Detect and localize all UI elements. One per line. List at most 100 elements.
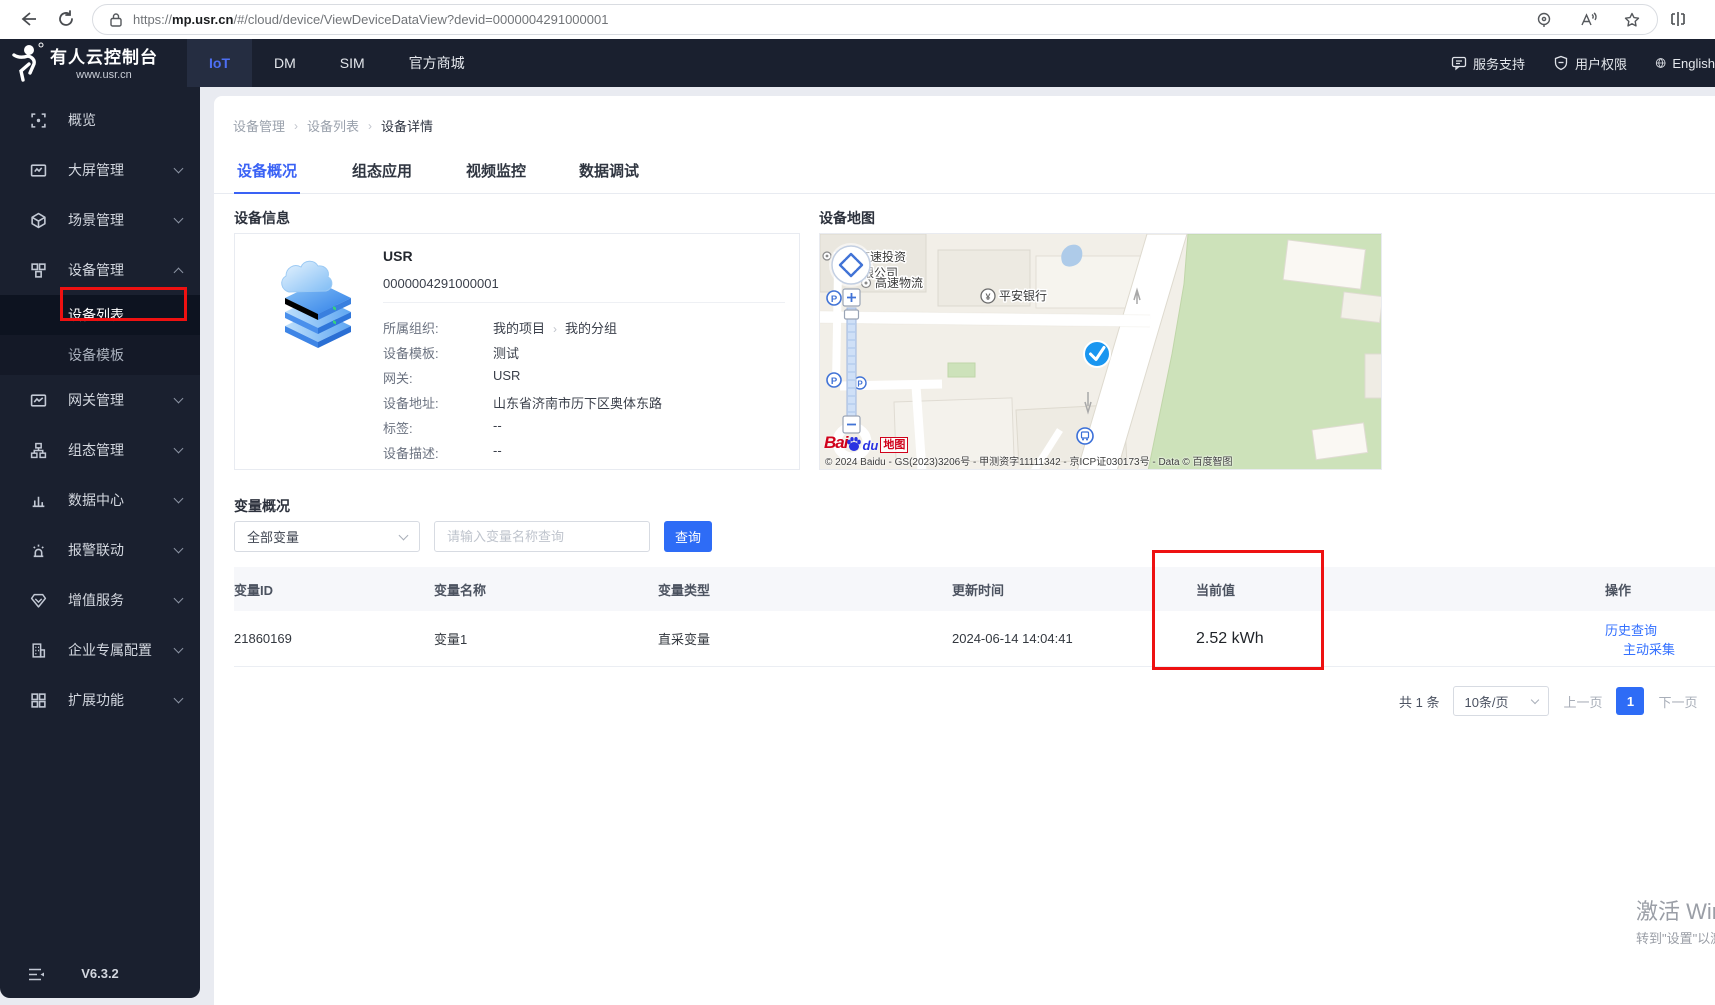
sidebar-item-device-mgmt[interactable]: 设备管理 <box>0 245 200 295</box>
device-info-card: USR 0000004291000001 所属组织: 我的项目 › 我的分组 设备模… <box>234 233 800 470</box>
sidebar-label: 扩展功能 <box>68 692 124 708</box>
breadcrumb: 设备管理 › 设备列表 › 设备详情 <box>233 116 433 135</box>
svg-text:P: P <box>831 376 838 387</box>
device-name: USR <box>383 248 413 264</box>
page-size-select[interactable]: 10条/页 <box>1453 686 1550 716</box>
chevron-down-icon <box>173 543 184 554</box>
field-address: 设备地址: 山东省济南市历下区奥体东路 <box>383 393 793 412</box>
nav-mall[interactable]: 官方商城 <box>387 39 487 87</box>
chevron-down-icon <box>173 643 184 654</box>
baidu-logo-bai: Bai <box>824 433 848 452</box>
svg-text:P: P <box>857 380 863 389</box>
sidebar-item-screen-mgmt[interactable]: 大屏管理 <box>0 145 200 195</box>
next-page-button[interactable]: 下一页 <box>1658 692 1697 711</box>
service-support-label: 服务支持 <box>1472 56 1525 72</box>
user-permission-link[interactable]: 用户权限 <box>1553 54 1627 73</box>
sidebar-item-config-mgmt[interactable]: 组态管理 <box>0 425 200 475</box>
query-button[interactable]: 查询 <box>664 521 712 552</box>
sidebar-item-alarm-linkage[interactable]: 报警联动 <box>0 525 200 575</box>
device-id: 0000004291000001 <box>383 276 499 291</box>
device-info-title: 设备信息 <box>234 210 290 226</box>
sidebar-label: 网关管理 <box>68 392 124 408</box>
org-group[interactable]: 我的分组 <box>565 321 617 336</box>
sidebar-item-value-added[interactable]: 增值服务 <box>0 575 200 625</box>
variable-type-select[interactable]: 全部变量 <box>234 521 420 552</box>
nav-iot[interactable]: IoT <box>187 39 252 87</box>
sidebar-item-gateway-mgmt[interactable]: 网关管理 <box>0 375 200 425</box>
baidu-logo-map: 地图 <box>880 437 909 453</box>
cell-update-time: 2024-06-14 14:04:41 <box>952 631 1073 646</box>
collapse-sidebar-icon[interactable] <box>28 967 45 982</box>
field-description: 设备描述: -- <box>383 443 793 462</box>
device-map-title: 设备地图 <box>819 210 875 226</box>
field-value: USR <box>493 368 521 383</box>
variable-type-value: 全部变量 <box>247 530 300 545</box>
org-project[interactable]: 我的项目 <box>493 321 545 336</box>
sidebar-item-extensions[interactable]: 扩展功能 <box>0 675 200 725</box>
field-value: 山东省济南市历下区奥体东路 <box>493 396 663 411</box>
tab-video-monitor[interactable]: 视频监控 <box>466 160 526 181</box>
refresh-icon[interactable] <box>56 9 76 29</box>
address-bar[interactable]: https://mp.usr.cn/#/cloud/device/ViewDev… <box>92 4 1658 35</box>
url-path: /#/cloud/device/ViewDeviceDataView?devid… <box>233 12 609 27</box>
windows-activation-watermark-sub: 转到"设置"以激活 Windows。 <box>1636 931 1715 946</box>
split-screen-icon[interactable] <box>1668 9 1688 29</box>
sidebar-item-device-list[interactable]: 设备列表 <box>0 295 200 335</box>
favorite-star-icon[interactable] <box>1623 11 1641 29</box>
variables-table: 变量ID 变量名称 变量类型 更新时间 当前值 操作 21860169 变量1 … <box>234 567 1715 667</box>
gateway-icon <box>30 393 47 407</box>
breadcrumb-device-list[interactable]: 设备列表 <box>307 116 359 135</box>
org-separator: › <box>553 322 558 336</box>
breadcrumb-device-mgmt[interactable]: 设备管理 <box>233 116 285 135</box>
url-host: mp.usr.cn <box>172 12 234 27</box>
tab-configuration-app[interactable]: 组态应用 <box>352 160 412 181</box>
nav-sim[interactable]: SIM <box>318 39 387 87</box>
sidebar-item-scene-mgmt[interactable]: 场景管理 <box>0 195 200 245</box>
sidebar-item-device-template[interactable]: 设备模板 <box>0 335 200 375</box>
table-row: 21860169 变量1 直采变量 2024-06-14 14:04:41 2.… <box>234 611 1715 667</box>
language-label: English <box>1672 55 1715 71</box>
header-right: 服务支持 用户权限 English <box>1451 39 1715 87</box>
sidebar-item-enterprise-config[interactable]: 企业专属配置 <box>0 625 200 675</box>
divider <box>383 302 785 303</box>
alarm-icon <box>33 544 44 557</box>
map-copyright: © 2024 Baidu - GS(2023)3206号 - 甲测资字11111… <box>825 457 1233 468</box>
map-label-logistics: 高速物流 <box>875 275 923 290</box>
extensions-icon <box>31 692 46 708</box>
location-icon[interactable] <box>1535 11 1553 29</box>
chevron-down-icon <box>173 693 184 704</box>
sidebar-label: 组态管理 <box>68 442 124 458</box>
service-support-link[interactable]: 服务支持 <box>1451 54 1525 73</box>
history-query-link[interactable]: 历史查询 <box>1605 623 1657 638</box>
url-text: https://mp.usr.cn/#/cloud/device/ViewDev… <box>133 12 1509 27</box>
active-collect-link[interactable]: 主动采集 <box>1623 642 1675 657</box>
logo[interactable]: 有人云控制台 www.usr.cn <box>10 42 158 82</box>
chat-icon <box>1451 56 1467 71</box>
map-pan-control[interactable] <box>829 243 873 287</box>
scene-cube-icon <box>31 212 46 228</box>
tab-data-debug[interactable]: 数据调试 <box>579 160 639 181</box>
version-label: V6.3.2 <box>81 966 119 981</box>
chevron-down-icon <box>173 443 184 454</box>
sidebar-item-overview[interactable]: 概览 <box>0 95 200 145</box>
parking-icon: P <box>826 290 842 306</box>
page: https://mp.usr.cn/#/cloud/device/ViewDev… <box>0 0 1715 1005</box>
page-number-1[interactable]: 1 <box>1616 687 1645 715</box>
page-size-value: 10条/页 <box>1464 694 1509 710</box>
sidebar-label: 数据中心 <box>68 492 124 508</box>
sidebar-label: 报警联动 <box>68 542 124 558</box>
variable-search-input[interactable] <box>434 521 650 552</box>
field-value: -- <box>493 443 502 458</box>
nav-dm[interactable]: DM <box>252 39 318 87</box>
back-icon[interactable] <box>18 9 38 29</box>
field-gateway: 网关: USR <box>383 368 793 387</box>
device-map[interactable]: ¥ P P P 山东高速投资 有限公司 高速物流 平安银行 <box>819 233 1382 470</box>
sidebar-item-data-center[interactable]: 数据中心 <box>0 475 200 525</box>
sidebar-label: 大屏管理 <box>68 162 124 178</box>
prev-page-button[interactable]: 上一页 <box>1563 692 1602 711</box>
field-label: 设备模板: <box>383 346 439 361</box>
tab-device-overview[interactable]: 设备概况 <box>237 160 297 181</box>
read-aloud-icon[interactable] <box>1579 11 1597 29</box>
language-switch[interactable]: English <box>1655 55 1715 71</box>
overview-icon <box>31 112 46 128</box>
